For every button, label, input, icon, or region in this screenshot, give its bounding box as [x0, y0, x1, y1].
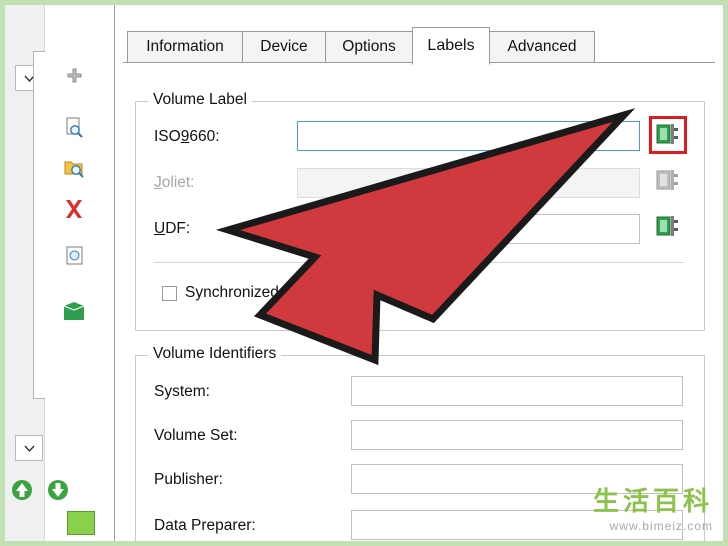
recycle-bin-icon[interactable]	[59, 240, 89, 270]
tab-label: Information	[146, 38, 224, 55]
publisher-label: Publisher:	[154, 471, 223, 488]
volume-set-label: Volume Set:	[154, 427, 238, 444]
udf-label-text: UDF:	[154, 220, 191, 237]
tab-label: Labels	[427, 37, 475, 54]
export-green-arrow-icon[interactable]	[45, 478, 73, 504]
data-preparer-label: Data Preparer:	[154, 517, 256, 534]
trash-bin-icon	[66, 246, 82, 264]
delete-red-x-icon[interactable]	[59, 194, 89, 224]
watermark-text: 生活百科	[592, 487, 713, 517]
synchronized-editing-label: Synchronized Editing	[185, 284, 331, 301]
green-box-icon	[63, 302, 85, 320]
folder-magnifier-icon	[64, 161, 84, 178]
tab-advanced[interactable]: Advanced	[489, 31, 595, 63]
udf-label-icon-button[interactable]	[654, 214, 680, 240]
tab-bar: Information Device Options Labels Advanc…	[123, 27, 715, 65]
volume-identifiers-group-title: Volume Identifiers	[148, 345, 282, 363]
green-down-arrow-icon	[48, 480, 68, 500]
document-search-icon[interactable]	[59, 113, 89, 143]
iso9660-input[interactable]	[297, 121, 640, 151]
bottom-dropdown-button[interactable]	[15, 435, 43, 461]
red-x-icon	[66, 200, 82, 218]
watermark-url: www.bimeiz.com	[609, 519, 713, 533]
tab-options[interactable]: Options	[325, 31, 413, 63]
tab-label: Options	[342, 38, 396, 55]
image-properties-dialog: Information Device Options Labels Advanc…	[114, 5, 723, 541]
group-separator	[154, 262, 684, 263]
udf-input[interactable]	[297, 214, 640, 244]
tab-label: Device	[260, 38, 308, 55]
udf-label: UDF:	[154, 220, 190, 238]
joliet-label-text: Joliet:	[154, 174, 195, 191]
application-screenshot: Information Device Options Labels Advanc…	[5, 5, 723, 541]
synchronized-editing-row[interactable]: Synchronized Editing	[162, 284, 331, 302]
tab-device[interactable]: Device	[242, 31, 326, 63]
highlight-box-iso9660-icon	[649, 116, 687, 154]
left-toolbar	[5, 5, 95, 541]
document-magnifier-icon	[66, 117, 83, 138]
tab-labels[interactable]: Labels	[412, 27, 490, 65]
joliet-label-icon-button	[654, 168, 680, 194]
import-green-arrow-icon[interactable]	[9, 478, 37, 504]
tab-label: Advanced	[507, 38, 577, 55]
volume-label-group: Volume Label ISO9660: Joliet: UDF: Synch…	[135, 91, 705, 331]
synchronized-editing-checkbox[interactable]	[162, 285, 177, 301]
iso9660-label-text: ISO9660:	[154, 128, 220, 145]
joliet-input	[297, 168, 640, 198]
tab-information[interactable]: Information	[127, 31, 243, 63]
add-plus-icon	[67, 68, 81, 82]
folder-search-icon[interactable]	[59, 153, 89, 183]
label-tag-icon	[656, 170, 678, 190]
joliet-label: Joliet:	[154, 174, 195, 192]
left-list-panel	[33, 51, 45, 399]
system-label: System:	[154, 383, 210, 400]
chevron-down-icon	[23, 445, 35, 452]
volume-label-group-title: Volume Label	[148, 91, 252, 109]
add-icon[interactable]	[59, 61, 89, 91]
system-input[interactable]	[351, 376, 683, 406]
label-tag-icon	[656, 216, 678, 236]
volume-set-input[interactable]	[351, 420, 683, 450]
green-disk-icon[interactable]	[59, 297, 89, 327]
iso9660-label: ISO9660:	[154, 128, 220, 146]
watermark: 生活百科 www.bimeiz.com	[593, 481, 713, 533]
status-green-box	[67, 511, 95, 535]
green-up-arrow-icon	[12, 480, 32, 500]
